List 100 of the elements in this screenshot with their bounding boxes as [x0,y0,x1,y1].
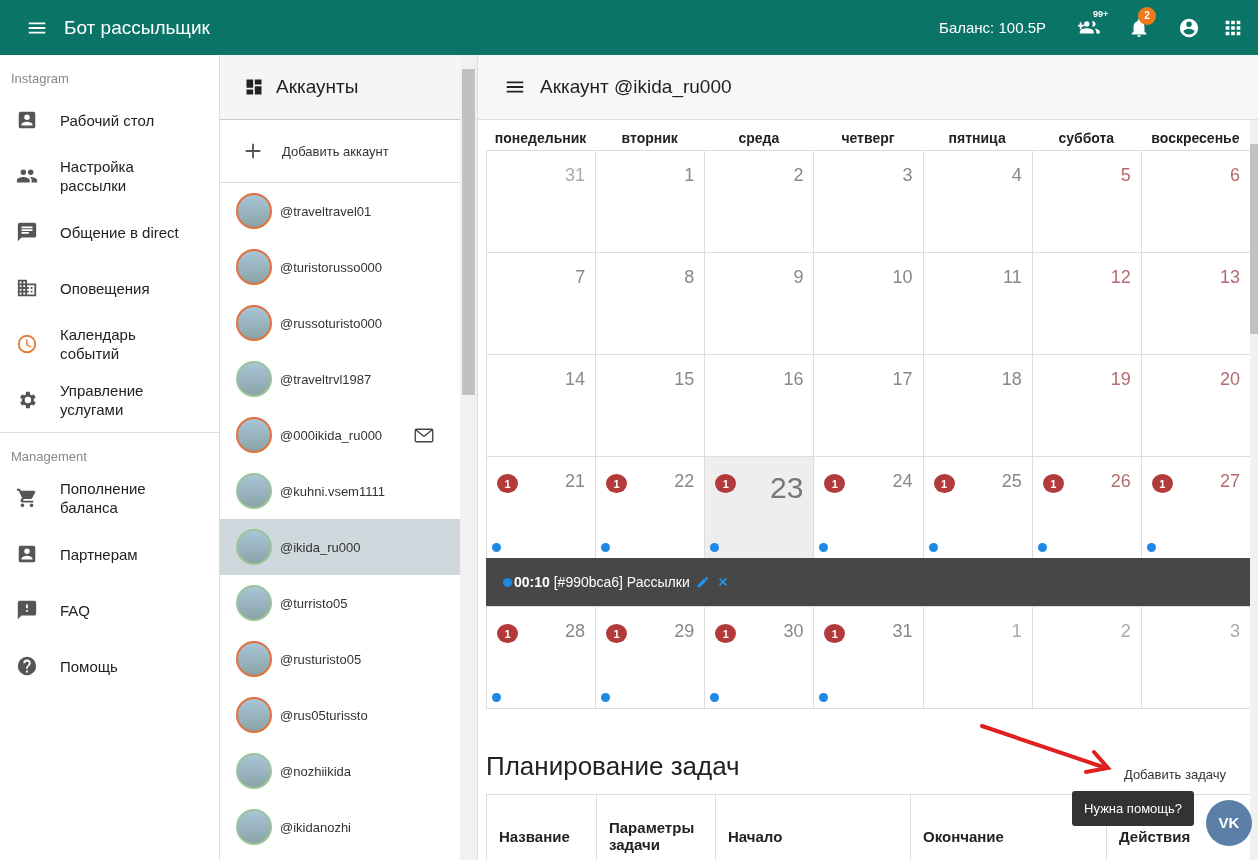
day-number: 17 [892,369,913,390]
day-number: 18 [1001,369,1022,390]
mail-icon[interactable] [414,427,434,443]
day-number: 3 [1230,621,1240,642]
day-cell[interactable]: 1 31 [813,607,923,708]
app-title: Бот рассыльщик [64,16,210,39]
section-title: Планирование задач [486,751,740,782]
account-item[interactable]: @turistorusso000 [220,239,460,295]
scrollbar[interactable] [1250,120,1258,860]
task-count-badge: 1 [497,624,518,643]
account-item[interactable]: @traveltravel01 [220,183,460,239]
day-cell[interactable]: 1 23 [704,457,814,558]
day-cell[interactable]: 1 28 [486,607,596,708]
edit-icon[interactable] [695,575,710,589]
weekday-header: воскресенье [1150,130,1241,146]
account-item[interactable]: @ikida_ru000 [220,519,460,575]
day-cell[interactable]: 3 [813,151,923,252]
nav-item[interactable]: Рабочий стол [0,92,219,148]
day-number: 22 [674,471,695,492]
day-cell[interactable]: 1 [595,151,705,252]
weekday-header: суббота [1057,130,1116,146]
scrollbar[interactable] [460,55,477,860]
nav-item[interactable]: Управление услугами [0,372,219,428]
day-cell[interactable]: 2 [704,151,814,252]
nav-item[interactable]: Оповещения [0,260,219,316]
day-number: 15 [674,369,695,390]
task-count-badge: 1 [497,474,518,493]
add-task-button[interactable]: Добавить задачу [1123,767,1226,782]
nav-item[interactable]: Пополнение баланса [0,470,219,526]
day-cell[interactable]: 1 29 [595,607,705,708]
day-cell[interactable]: 7 [486,253,596,354]
account-item[interactable]: @nozhiikida [220,743,460,799]
account-item[interactable]: @rus05turissto [220,687,460,743]
nav-item[interactable]: Помощь [0,638,219,694]
nav-item[interactable]: Календарь событий [0,316,219,372]
day-cell[interactable]: 15 [595,355,705,456]
event-dot [503,577,512,587]
day-number: 29 [674,621,695,642]
section-heading: Management [10,448,88,466]
day-number: 21 [565,471,586,492]
weekday-header: четверг [840,130,896,146]
event-text[interactable]: 00:10 [#990bca6] Рассылки [514,574,690,590]
day-number: 9 [793,267,804,288]
day-cell[interactable]: 16 [704,355,814,456]
nav-item[interactable]: Общение в direct [0,204,219,260]
nav-item[interactable]: Партнерам [0,526,219,582]
day-number: 2 [1120,621,1131,642]
account-item[interactable]: @000ikida_ru000 [220,407,460,463]
day-cell[interactable]: 17 [813,355,923,456]
day-cell[interactable]: 1 30 [704,607,814,708]
day-number: 2 [793,165,804,186]
vk-chat-button[interactable]: VK [1206,799,1252,846]
account-item[interactable]: @traveltrvl1987 [220,351,460,407]
help-tooltip: Нужна помощь? [1072,791,1194,826]
day-cell[interactable]: 14 [486,355,596,456]
day-cell[interactable]: 12 [1031,253,1141,354]
weekday-header: среда [737,130,781,146]
task-count-badge: 1 [715,474,737,493]
day-number: 4 [1011,165,1022,186]
task-count-badge: 1 [715,624,737,643]
day-number: 28 [565,621,586,642]
day-number: 7 [575,267,586,288]
day-number: 30 [783,621,804,642]
day-cell[interactable]: 8 [595,253,705,354]
day-number: 3 [902,165,913,186]
day-number: 14 [565,369,586,390]
day-number: 23 [770,471,804,505]
day-cell[interactable]: 18 [922,355,1032,456]
day-number: 13 [1219,267,1240,288]
weekday-header: понедельник [493,130,588,146]
day-number: 31 [565,165,586,186]
nav-item[interactable]: Настройка рассылки [0,148,219,204]
day-number: 26 [1110,471,1131,492]
account-item[interactable]: @turristo05 [220,575,460,631]
section-heading: Instagram [10,70,70,88]
day-cell[interactable]: 11 [922,253,1032,354]
day-number: 6 [1230,165,1240,186]
nav-item[interactable]: FAQ [0,582,219,638]
day-number: 27 [1219,471,1240,492]
account-icon[interactable] [1178,16,1200,39]
account-item[interactable]: @kuhni.vsem1111 [220,463,460,519]
task-count-badge: 1 [1042,474,1064,493]
day-cell[interactable]: 9 [704,253,814,354]
day-cell[interactable]: 4 [922,151,1032,252]
day-number: 10 [892,267,913,288]
day-cell[interactable]: 5 [1031,151,1141,252]
day-number: 8 [684,267,695,288]
column-header: Начало [715,795,910,860]
day-number: 16 [783,369,804,390]
day-number: 19 [1110,369,1131,390]
day-cell[interactable]: 19 [1031,355,1141,456]
day-number: 11 [1003,267,1022,288]
day-cell[interactable]: 10 [813,253,923,354]
account-item[interactable]: @rusturisto05 [220,631,460,687]
dashboard-icon [244,77,264,97]
account-item[interactable]: @ikidanozhi [220,799,460,855]
task-count-badge: 1 [1151,474,1173,493]
column-header: Название [486,795,596,860]
account-item[interactable]: @russoturisto000 [220,295,460,351]
day-number: 12 [1110,267,1131,288]
